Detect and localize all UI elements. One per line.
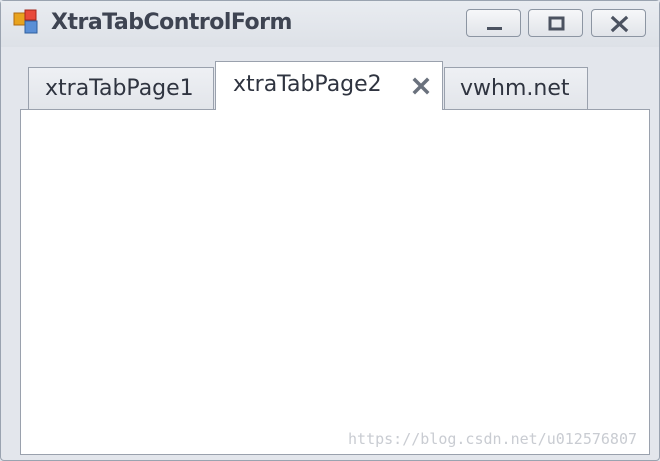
minimize-icon bbox=[487, 27, 502, 30]
window-title: XtraTabControlForm bbox=[51, 10, 292, 35]
tab-xtratabpage1[interactable]: xtraTabPage1 bbox=[28, 67, 214, 109]
tab-xtratabpage2[interactable]: xtraTabPage2 bbox=[215, 61, 443, 110]
title-bar[interactable]: XtraTabControlForm bbox=[1, 1, 659, 47]
tab-label: xtraTabPage1 bbox=[45, 76, 194, 101]
close-button[interactable] bbox=[591, 9, 646, 37]
application-window: XtraTabControlForm xtraTabPage1 xtraTabP… bbox=[0, 0, 660, 461]
form-app-icon bbox=[13, 9, 38, 34]
maximize-icon bbox=[548, 16, 565, 31]
tab-label: vwhm.net bbox=[460, 76, 570, 101]
close-x-icon[interactable] bbox=[412, 77, 430, 95]
minimize-button[interactable] bbox=[466, 9, 521, 37]
tab-label: xtraTabPage2 bbox=[233, 72, 382, 97]
close-icon bbox=[610, 15, 629, 33]
watermark-text: https://blog.csdn.net/u012576807 bbox=[348, 430, 637, 448]
maximize-button[interactable] bbox=[528, 9, 583, 37]
tab-strip: xtraTabPage1 xtraTabPage2 vwhm.net bbox=[1, 47, 659, 110]
tab-vwhm-net[interactable]: vwhm.net bbox=[444, 67, 588, 109]
tab-page-content: https://blog.csdn.net/u012576807 bbox=[20, 109, 650, 455]
